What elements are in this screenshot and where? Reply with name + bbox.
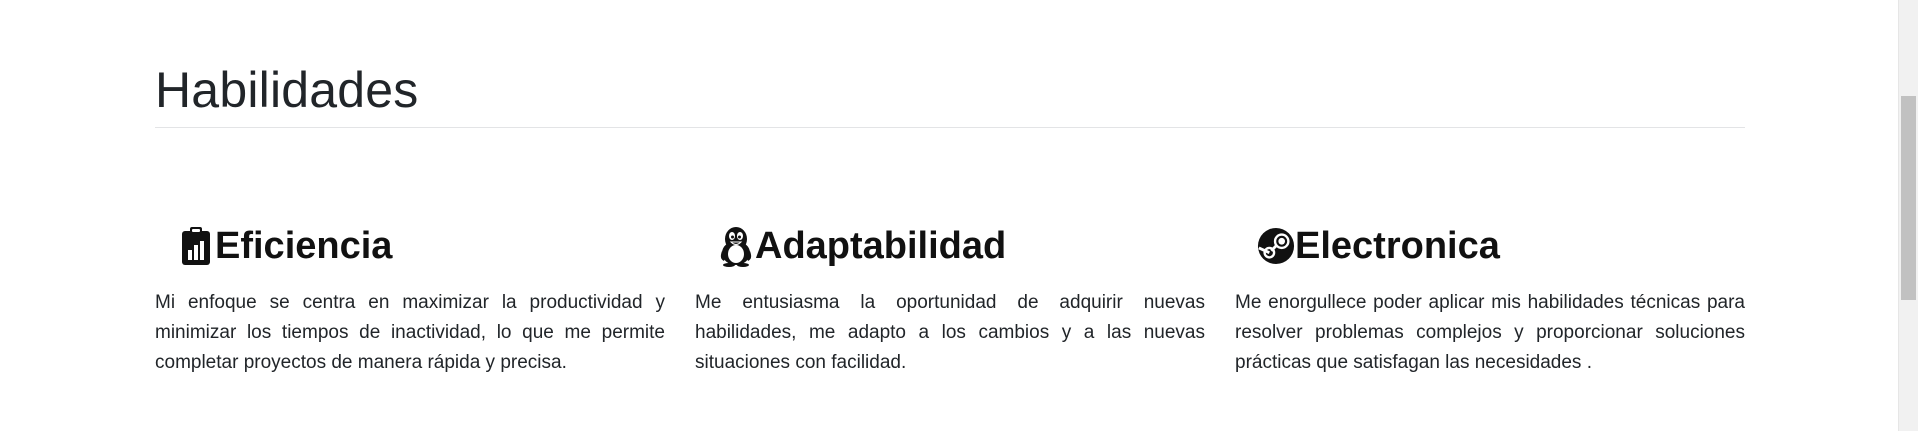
scrollbar-thumb[interactable]	[1901, 96, 1916, 300]
clipboard-chart-icon	[177, 223, 215, 269]
vertical-scrollbar[interactable]	[1898, 0, 1918, 431]
skill-card-header: Eficiencia	[177, 218, 665, 274]
page: Habilidades Eficiencia Mi enfoque se cen…	[0, 0, 1918, 431]
skill-card-eficiencia: Eficiencia Mi enfoque se centra en maxim…	[155, 218, 665, 378]
skill-title: Electronica	[1295, 225, 1500, 267]
skill-title: Eficiencia	[215, 225, 393, 267]
skill-card-header: Electronica	[1257, 218, 1745, 274]
skill-description: Me entusiasma la oportunidad de adquirir…	[695, 292, 1205, 373]
skill-card-electronica: Electronica Me enorgullece poder aplicar…	[1235, 218, 1745, 378]
penguin-icon	[717, 223, 755, 269]
skill-card-adaptabilidad: Adaptabilidad Me entusiasma la oportunid…	[695, 218, 1205, 378]
steam-icon	[1257, 223, 1295, 269]
skill-title: Adaptabilidad	[755, 225, 1007, 267]
skill-description: Me enorgullece poder aplicar mis habilid…	[1235, 292, 1745, 373]
skill-card-header: Adaptabilidad	[717, 218, 1205, 274]
skill-description: Mi enfoque se centra en maximizar la pro…	[155, 292, 665, 373]
section-title: Habilidades	[155, 62, 419, 118]
title-divider	[155, 127, 1745, 128]
